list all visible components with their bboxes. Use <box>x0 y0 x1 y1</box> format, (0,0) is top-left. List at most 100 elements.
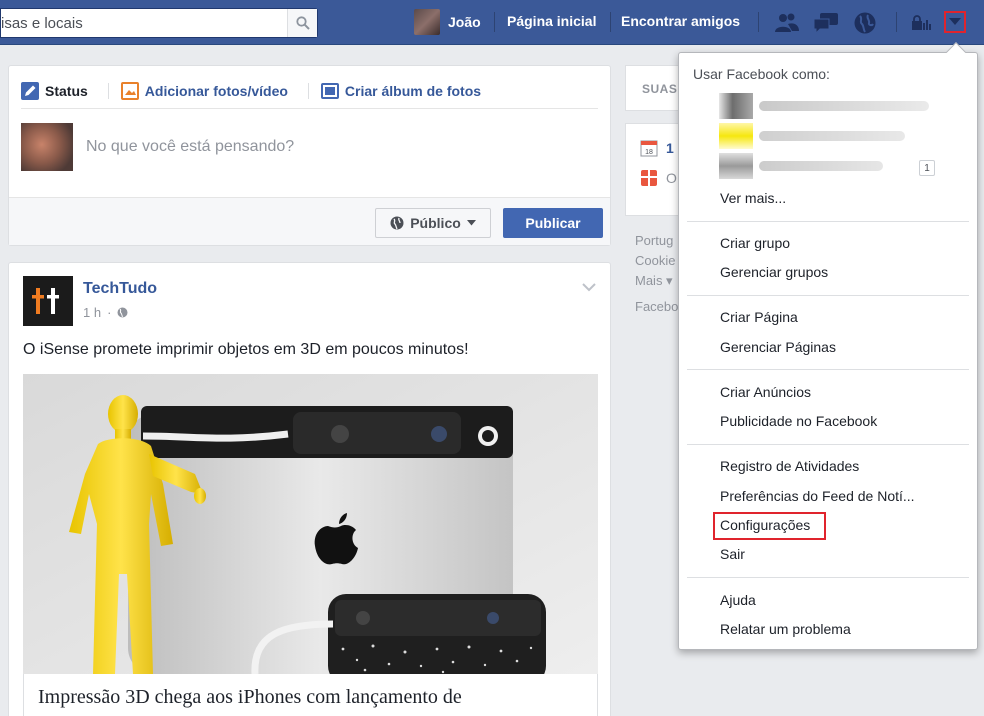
menu-item-report-problem[interactable]: Relatar um problema <box>720 621 851 637</box>
home-link[interactable]: Página inicial <box>507 13 596 29</box>
nav-divider <box>896 12 897 32</box>
tab-add-photos-label: Adicionar fotos/vídeo <box>144 83 288 99</box>
menu-item-settings[interactable]: Configurações <box>720 517 810 533</box>
search-button[interactable] <box>287 9 317 37</box>
menu-divider <box>687 444 969 445</box>
profile-link[interactable]: João <box>414 9 481 35</box>
menu-item-news-feed-preferences[interactable]: Preferências do Feed de Notí... <box>720 488 915 504</box>
post-link-title[interactable]: Impressão 3D chega aos iPhones com lança… <box>23 674 598 716</box>
post-timestamp[interactable]: 1 h <box>83 305 101 320</box>
tab-add-photos[interactable]: Adicionar fotos/vídeo <box>120 82 300 100</box>
gift-icon <box>641 170 657 186</box>
account-notification-badge: 1 <box>919 160 935 176</box>
tab-status[interactable]: Status <box>21 82 100 100</box>
sidebar-card: SUAS <box>625 65 685 111</box>
menu-divider <box>687 221 969 222</box>
avatar <box>414 9 440 35</box>
publish-button[interactable]: Publicar <box>503 208 603 238</box>
footer-cookies-link[interactable]: Cookie <box>635 251 678 271</box>
friend-requests-button[interactable] <box>774 10 800 36</box>
notifications-button[interactable] <box>852 10 878 36</box>
events-count[interactable]: 1 <box>666 140 674 156</box>
audience-label: Público <box>410 215 461 231</box>
public-globe-icon <box>117 307 128 318</box>
svg-text:18: 18 <box>645 149 653 156</box>
post-text: O iSense promete imprimir objetos em 3D … <box>23 341 469 358</box>
profile-name: João <box>448 14 481 30</box>
sidebar-card-title: SUAS <box>642 82 678 96</box>
menu-item-create-group[interactable]: Criar grupo <box>720 235 790 251</box>
caret-down-icon <box>466 220 476 226</box>
album-icon <box>320 82 339 100</box>
search-box[interactable]: isas e locais <box>0 8 318 38</box>
account-name-blurred <box>759 101 929 111</box>
menu-item-manage-groups[interactable]: Gerenciar grupos <box>720 264 828 280</box>
menu-divider <box>687 369 969 370</box>
post-author-link[interactable]: TechTudo <box>83 280 157 298</box>
search-input[interactable]: isas e locais <box>1 15 83 32</box>
composer-footer: Público Publicar <box>9 197 610 245</box>
privacy-shortcuts-button[interactable] <box>908 10 934 36</box>
account-name-blurred <box>759 161 883 171</box>
status-input[interactable]: No que você está pensando? <box>86 138 294 156</box>
notifications-globe-icon <box>854 12 876 34</box>
post-link-image[interactable] <box>23 374 598 674</box>
footer-copyright: Facebo <box>635 299 679 314</box>
birthday-text[interactable]: O <box>666 170 677 186</box>
menu-item-log-out[interactable]: Sair <box>720 546 745 562</box>
account-dropdown-menu: Usar Facebook como: 1 Ver mais... Criar … <box>678 42 978 650</box>
menu-item-create-ads[interactable]: Criar Anúncios <box>720 384 811 400</box>
top-navigation-bar: isas e locais João Página inicial Encont… <box>0 0 984 45</box>
menu-item-see-more[interactable]: Ver mais... <box>720 190 786 206</box>
account-menu-button[interactable] <box>944 11 966 33</box>
privacy-lock-icon <box>912 15 931 30</box>
sidebar-events-card: 18 1 O <box>625 123 685 216</box>
page-avatar[interactable] <box>23 276 73 326</box>
menu-divider <box>687 295 969 296</box>
account-option[interactable] <box>719 123 905 149</box>
menu-pointer <box>946 42 966 62</box>
footer-language-link[interactable]: Portug <box>635 231 678 251</box>
avatar <box>719 153 753 179</box>
nav-divider <box>758 12 759 32</box>
audience-selector-button[interactable]: Público <box>375 208 491 238</box>
post-options-button[interactable] <box>582 279 596 295</box>
composer-divider <box>21 108 598 109</box>
footer-more-link[interactable]: Mais ▾ <box>635 271 678 291</box>
sidebar-footer: Portug Cookie Mais ▾ Facebo <box>635 231 678 317</box>
friend-requests-icon <box>775 13 799 32</box>
avatar <box>719 123 753 149</box>
globe-icon <box>390 216 404 230</box>
tab-create-album[interactable]: Criar álbum de fotos <box>320 82 493 100</box>
menu-divider <box>687 577 969 578</box>
tab-divider <box>307 83 309 99</box>
messages-icon <box>813 13 838 34</box>
menu-item-create-page[interactable]: Criar Página <box>720 309 798 325</box>
find-friends-link[interactable]: Encontrar amigos <box>621 13 740 29</box>
feed-post: TechTudo 1 h · O iSense promete imprimir… <box>8 262 611 716</box>
composer-tabs: Status Adicionar fotos/vídeo Criar álbum… <box>21 76 501 106</box>
nav-divider <box>610 12 611 32</box>
menu-item-activity-log[interactable]: Registro de Atividades <box>720 458 859 474</box>
account-name-blurred <box>759 131 905 141</box>
avatar <box>21 123 73 171</box>
tab-create-album-label: Criar álbum de fotos <box>344 83 482 99</box>
status-composer: Status Adicionar fotos/vídeo Criar álbum… <box>8 65 611 246</box>
account-option[interactable] <box>719 153 883 179</box>
use-facebook-as-header: Usar Facebook como: <box>693 66 830 82</box>
menu-item-manage-pages[interactable]: Gerenciar Páginas <box>720 339 836 355</box>
techtudo-logo-icon <box>32 288 59 314</box>
meta-dot: · <box>107 305 112 320</box>
calendar-icon: 18 <box>640 140 658 157</box>
menu-item-advertising[interactable]: Publicidade no Facebook <box>720 413 877 429</box>
tab-divider <box>107 83 109 99</box>
messages-button[interactable] <box>813 10 839 36</box>
account-option[interactable] <box>719 93 929 119</box>
pencil-icon <box>21 82 39 100</box>
search-icon <box>295 16 310 30</box>
chevron-down-icon <box>949 18 961 25</box>
nav-divider <box>494 12 495 32</box>
avatar <box>719 93 753 119</box>
menu-item-help[interactable]: Ajuda <box>720 592 756 608</box>
tab-status-label: Status <box>45 83 88 99</box>
